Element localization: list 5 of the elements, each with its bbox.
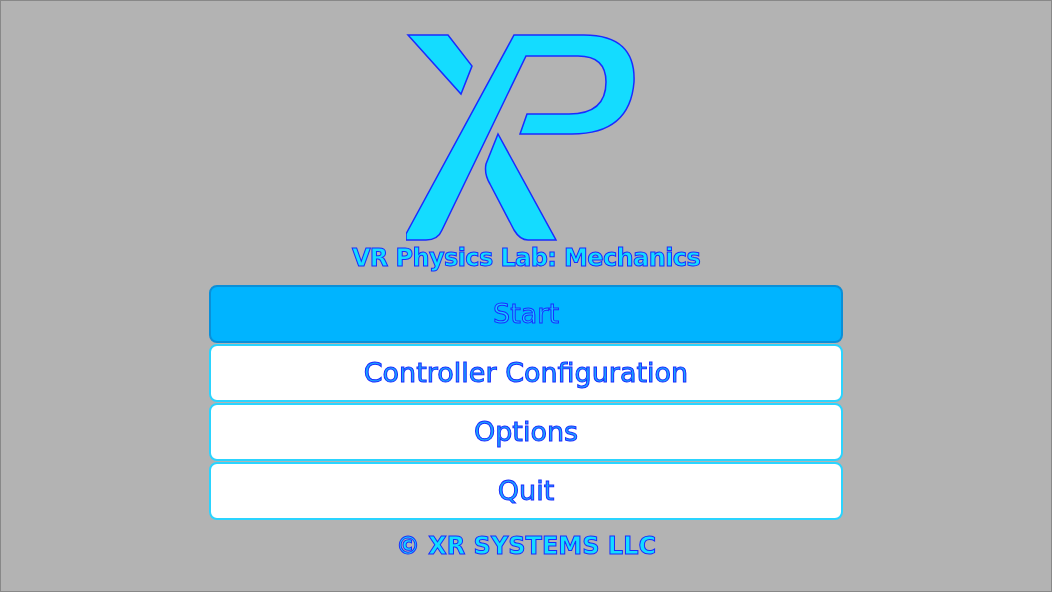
app-title: VR Physics Lab: Mechanics — [351, 246, 701, 270]
menu-button[interactable]: Controller Configuration — [209, 344, 843, 402]
menu-button[interactable]: Options — [209, 403, 843, 461]
menu-button[interactable]: Quit — [209, 462, 843, 520]
copyright-text: © XR SYSTEMS LLC — [395, 534, 657, 558]
